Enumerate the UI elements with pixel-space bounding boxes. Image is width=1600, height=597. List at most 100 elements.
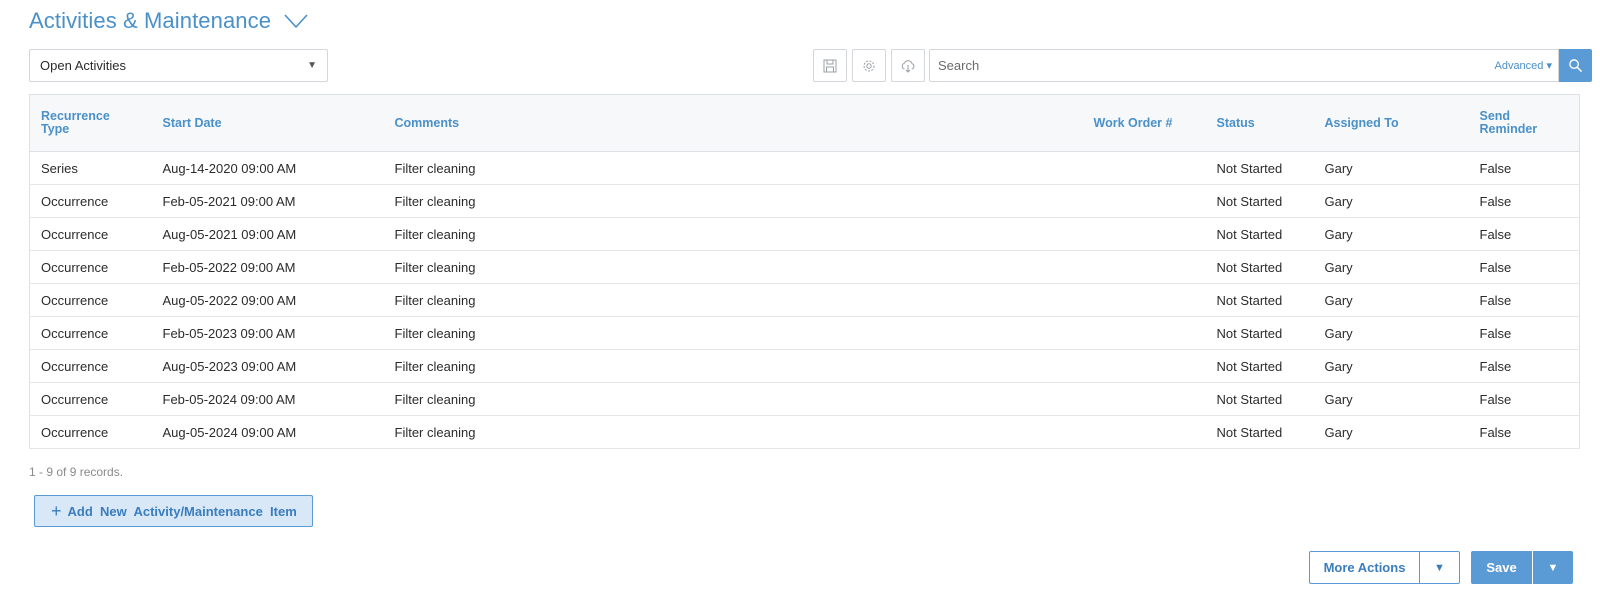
view-select-value: Open Activities: [40, 58, 126, 73]
cell-work-order: [1082, 382, 1206, 416]
cell-assigned-to: Gary: [1313, 217, 1469, 251]
cell-status: Not Started: [1205, 250, 1314, 284]
cell-send-reminder: False: [1468, 184, 1580, 218]
cell-recurrence-type: Series: [29, 151, 152, 185]
cell-recurrence-type: Occurrence: [29, 184, 152, 218]
cell-work-order: [1082, 184, 1206, 218]
cell-status: Not Started: [1205, 217, 1314, 251]
cell-work-order: [1082, 349, 1206, 383]
records-count: 1 - 9 of 9 records.: [29, 465, 124, 479]
cell-status: Not Started: [1205, 151, 1314, 185]
search-icon: [1569, 59, 1583, 73]
cell-send-reminder: False: [1468, 151, 1580, 185]
table-row[interactable]: Occurrence Aug-05-2021 09:00 AM Filter c…: [29, 217, 1580, 251]
cell-recurrence-type: Occurrence: [29, 415, 152, 449]
cell-assigned-to: Gary: [1313, 184, 1469, 218]
col-comments[interactable]: Comments: [383, 94, 1083, 152]
search-input[interactable]: [930, 50, 1495, 81]
cell-comments: Filter cleaning: [383, 349, 1083, 383]
cell-assigned-to: Gary: [1313, 250, 1469, 284]
cell-comments: Filter cleaning: [383, 316, 1083, 350]
advanced-search-link[interactable]: Advanced ▾: [1494, 59, 1552, 72]
cell-comments: Filter cleaning: [383, 283, 1083, 317]
cell-assigned-to: Gary: [1313, 316, 1469, 350]
advanced-label: Advanced: [1494, 60, 1544, 72]
table-row[interactable]: Occurrence Aug-05-2023 09:00 AM Filter c…: [29, 349, 1580, 383]
table-row[interactable]: Series Aug-14-2020 09:00 AM Filter clean…: [29, 151, 1580, 185]
cell-assigned-to: Gary: [1313, 283, 1469, 317]
more-actions-dropdown-icon[interactable]: ▼: [1420, 552, 1459, 583]
col-start-date[interactable]: Start Date: [151, 94, 384, 152]
cell-work-order: [1082, 316, 1206, 350]
col-status[interactable]: Status: [1205, 94, 1314, 152]
cell-start-date: Feb-05-2024 09:00 AM: [151, 382, 384, 416]
save-group: Save ▼: [1471, 551, 1573, 584]
cell-status: Not Started: [1205, 382, 1314, 416]
save-view-button[interactable]: [813, 49, 847, 82]
cell-comments: Filter cleaning: [383, 184, 1083, 218]
cell-work-order: [1082, 415, 1206, 449]
table-row[interactable]: Occurrence Feb-05-2024 09:00 AM Filter c…: [29, 382, 1580, 416]
table-header-row: Recurrence Type Start Date Comments Work…: [29, 94, 1580, 152]
col-assigned-to[interactable]: Assigned To: [1313, 94, 1469, 152]
cell-work-order: [1082, 283, 1206, 317]
cell-work-order: [1082, 250, 1206, 284]
cell-recurrence-type: Occurrence: [29, 382, 152, 416]
cell-start-date: Feb-05-2022 09:00 AM: [151, 250, 384, 284]
cell-comments: Filter cleaning: [383, 382, 1083, 416]
caret-down-icon: ▼: [307, 60, 317, 71]
col-recurrence-type[interactable]: Recurrence Type: [29, 94, 152, 152]
title-row: Activities & Maintenance: [29, 8, 309, 34]
search-button[interactable]: [1559, 49, 1592, 82]
cell-work-order: [1082, 217, 1206, 251]
cell-comments: Filter cleaning: [383, 250, 1083, 284]
cell-assigned-to: Gary: [1313, 415, 1469, 449]
cell-start-date: Aug-05-2023 09:00 AM: [151, 349, 384, 383]
col-work-order[interactable]: Work Order #: [1082, 94, 1206, 152]
more-actions-group: More Actions ▼: [1309, 551, 1460, 584]
settings-button[interactable]: [852, 49, 886, 82]
cell-start-date: Aug-14-2020 09:00 AM: [151, 151, 384, 185]
cell-recurrence-type: Occurrence: [29, 250, 152, 284]
add-activity-button[interactable]: + Add New Activity/Maintenance Item: [34, 495, 313, 527]
more-actions-button[interactable]: More Actions: [1310, 552, 1420, 583]
table-row[interactable]: Occurrence Feb-05-2021 09:00 AM Filter c…: [29, 184, 1580, 218]
cell-status: Not Started: [1205, 349, 1314, 383]
cell-send-reminder: False: [1468, 316, 1580, 350]
cell-send-reminder: False: [1468, 349, 1580, 383]
table-row[interactable]: Occurrence Aug-05-2024 09:00 AM Filter c…: [29, 415, 1580, 449]
cell-work-order: [1082, 151, 1206, 185]
col-send-reminder[interactable]: Send Reminder: [1468, 94, 1580, 152]
cell-start-date: Aug-05-2022 09:00 AM: [151, 283, 384, 317]
save-view-icon: [823, 59, 837, 72]
chevron-down-icon[interactable]: [283, 12, 309, 30]
cell-status: Not Started: [1205, 283, 1314, 317]
activities-table: Recurrence Type Start Date Comments Work…: [29, 94, 1580, 449]
save-button[interactable]: Save: [1471, 551, 1532, 584]
cell-send-reminder: False: [1468, 382, 1580, 416]
cloud-download-icon: [901, 59, 915, 73]
cell-start-date: Aug-05-2024 09:00 AM: [151, 415, 384, 449]
cell-comments: Filter cleaning: [383, 415, 1083, 449]
cell-assigned-to: Gary: [1313, 151, 1469, 185]
cell-send-reminder: False: [1468, 217, 1580, 251]
cell-send-reminder: False: [1468, 415, 1580, 449]
add-activity-label: Add New Activity/Maintenance Item: [67, 503, 297, 519]
save-dropdown-icon[interactable]: ▼: [1533, 551, 1573, 584]
cell-assigned-to: Gary: [1313, 382, 1469, 416]
cell-recurrence-type: Occurrence: [29, 217, 152, 251]
table-row[interactable]: Occurrence Feb-05-2022 09:00 AM Filter c…: [29, 250, 1580, 284]
cell-send-reminder: False: [1468, 250, 1580, 284]
view-select[interactable]: Open Activities ▼: [29, 49, 328, 82]
cell-status: Not Started: [1205, 415, 1314, 449]
cell-recurrence-type: Occurrence: [29, 316, 152, 350]
export-button[interactable]: [891, 49, 925, 82]
page-title: Activities & Maintenance: [29, 8, 272, 33]
table-row[interactable]: Occurrence Aug-05-2022 09:00 AM Filter c…: [29, 283, 1580, 317]
gear-icon: [863, 60, 875, 71]
cell-recurrence-type: Occurrence: [29, 349, 152, 383]
cell-send-reminder: False: [1468, 283, 1580, 317]
cell-status: Not Started: [1205, 316, 1314, 350]
plus-icon: +: [51, 501, 62, 521]
table-row[interactable]: Occurrence Feb-05-2023 09:00 AM Filter c…: [29, 316, 1580, 350]
